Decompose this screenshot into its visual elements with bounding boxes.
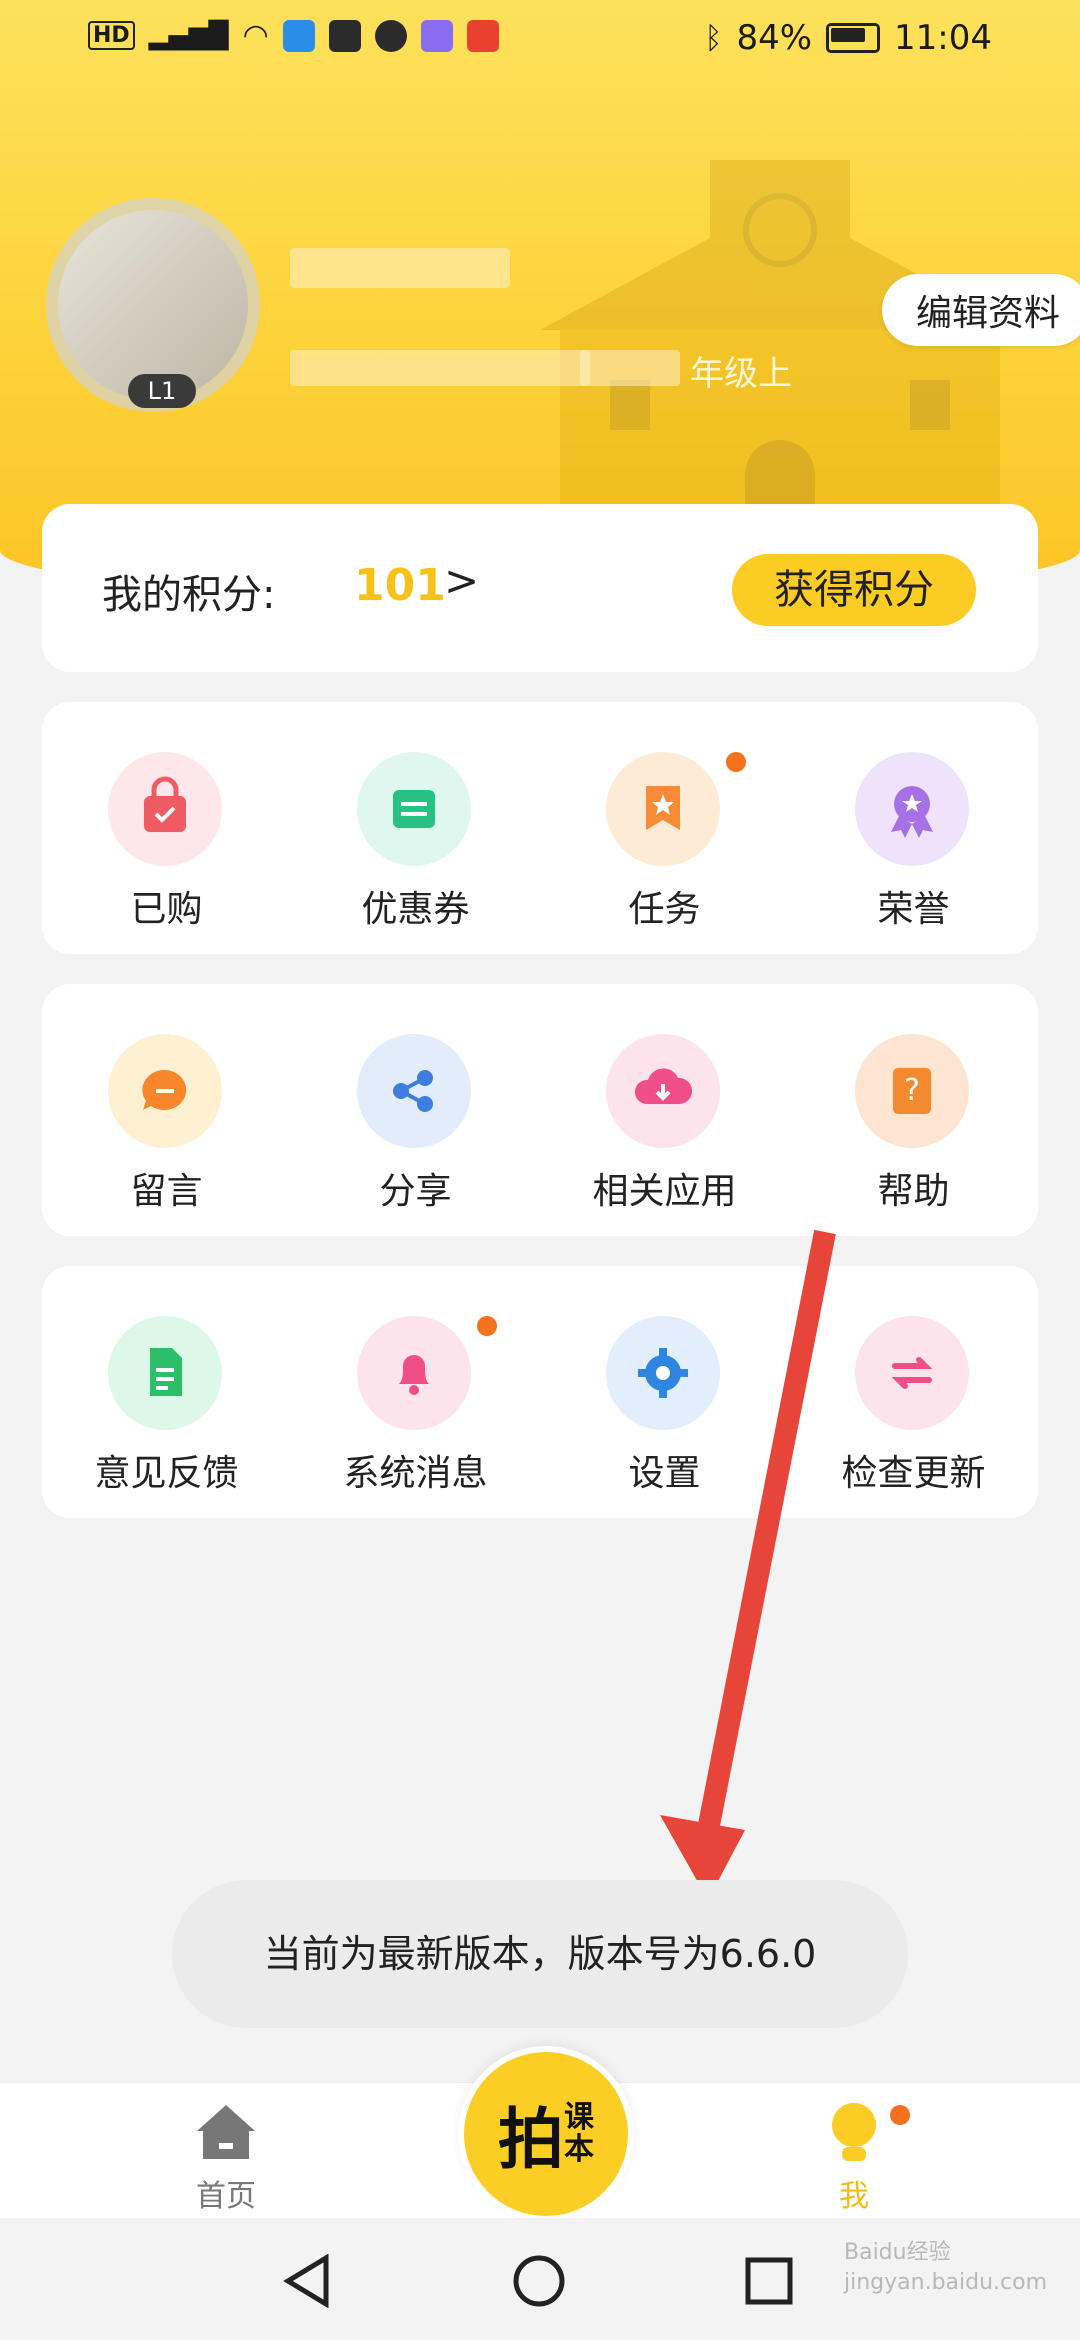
home-circle-icon[interactable]: [512, 2254, 566, 2308]
tab-home-label: 首页: [196, 2179, 256, 2214]
share-icon: [357, 1034, 471, 1148]
wifi-icon: ◠: [242, 18, 269, 53]
refresh-arrows-icon: [855, 1316, 969, 1430]
user-icon: [832, 2103, 876, 2161]
menu-label: 任务: [628, 889, 701, 930]
battery-icon: [826, 23, 881, 53]
menu-item-check-update[interactable]: 检查更新: [789, 1266, 1038, 1518]
menu-item-coupon[interactable]: 优惠券: [291, 702, 540, 954]
edit-profile-button[interactable]: 编辑资料: [881, 274, 1080, 346]
center-logo-main: 拍: [498, 2100, 564, 2178]
system-nav-bar: Baidu经验 jingyan.baidu.com: [0, 2218, 1080, 2340]
menu-item-settings[interactable]: 设置: [540, 1266, 789, 1518]
menu-card-2: 留言 分享 相关应用 ? 帮助: [42, 984, 1038, 1236]
status-bar: HD ▂▄▆█ ◠ ᛒ 84% 11:04: [0, 0, 1080, 80]
menu-label: 分享: [379, 1171, 452, 1212]
paikeben-camera-button[interactable]: 拍 课 本: [458, 2046, 634, 2222]
home-icon: [197, 2105, 255, 2159]
menu-item-system-messages[interactable]: 系统消息: [291, 1266, 540, 1518]
coupon-icon: [357, 752, 471, 866]
school-redacted: [290, 350, 590, 386]
menu-label: 系统消息: [343, 1453, 488, 1494]
grade-label: 年级上: [690, 354, 792, 394]
app-icon: [466, 19, 499, 52]
help-book-icon: ?: [855, 1034, 969, 1148]
notification-dot: [477, 1316, 497, 1336]
cloud-download-icon: [606, 1034, 720, 1148]
menu-label: 设置: [628, 1453, 701, 1494]
menu-card-1: 已购 优惠券 任务 荣誉: [42, 702, 1038, 954]
points-value[interactable]: 101: [354, 560, 446, 611]
hand-icon: [374, 19, 407, 52]
svg-text:?: ?: [904, 1073, 920, 1108]
bluetooth-icon: ᛒ: [704, 20, 723, 56]
medal-icon: [855, 752, 969, 866]
recents-icon[interactable]: [744, 2256, 794, 2306]
earn-points-button[interactable]: 获得积分: [732, 554, 976, 626]
points-label: 我的积分:: [102, 572, 276, 618]
center-logo-sub: 课 本: [564, 2102, 594, 2166]
weather-icon: [282, 19, 315, 52]
gear-icon: [606, 1316, 720, 1430]
menu-label: 留言: [130, 1171, 203, 1212]
shopping-bag-icon: [108, 752, 222, 866]
points-card: 我的积分: 101 > 获得积分: [42, 504, 1038, 672]
menu-label: 优惠券: [361, 889, 470, 930]
huawei-icon: [328, 19, 361, 52]
notification-dot: [890, 2105, 910, 2125]
4g-signal-icon: ▂▄▆█: [148, 20, 229, 51]
center-logo-line3: 本: [564, 2132, 594, 2167]
back-icon[interactable]: [282, 2254, 332, 2308]
clock: 11:04: [894, 18, 992, 58]
menu-item-share[interactable]: 分享: [291, 984, 540, 1236]
watermark: Baidu经验 jingyan.baidu.com: [844, 2240, 1048, 2295]
version-toast: 当前为最新版本，版本号为6.6.0: [172, 1880, 908, 2028]
menu-item-related-apps[interactable]: 相关应用: [540, 984, 789, 1236]
menu-label: 相关应用: [592, 1171, 737, 1212]
menu-label: 荣誉: [877, 889, 950, 930]
menu-label: 意见反馈: [94, 1453, 239, 1494]
menu-item-feedback[interactable]: 意见反馈: [42, 1266, 291, 1518]
message-bubble-icon: [108, 1034, 222, 1148]
music-icon: [420, 19, 453, 52]
task-ribbon-icon: [606, 752, 720, 866]
avatar[interactable]: [58, 210, 248, 400]
tab-me[interactable]: 我: [774, 2101, 934, 2215]
menu-item-message[interactable]: 留言: [42, 984, 291, 1236]
menu-label: 检查更新: [841, 1453, 986, 1494]
tab-home[interactable]: 首页: [146, 2101, 306, 2215]
feedback-document-icon: [108, 1316, 222, 1430]
menu-label: 已购: [130, 889, 203, 930]
menu-card-3: 意见反馈 系统消息 设置 检查更新: [42, 1266, 1038, 1518]
hd-icon: HD: [88, 21, 135, 50]
menu-label: 帮助: [877, 1171, 950, 1212]
tab-me-label: 我: [839, 2179, 869, 2214]
menu-item-honor[interactable]: 荣誉: [789, 702, 1038, 954]
bell-icon: [357, 1316, 471, 1430]
battery-percent: 84%: [736, 18, 813, 58]
chevron-right-icon[interactable]: >: [444, 556, 479, 605]
center-logo-line2: 课: [564, 2100, 594, 2135]
level-badge: L1: [128, 374, 196, 408]
grade-redacted: [580, 350, 680, 386]
username-redacted: [290, 248, 510, 288]
menu-item-task[interactable]: 任务: [540, 702, 789, 954]
menu-item-help[interactable]: ? 帮助: [789, 984, 1038, 1236]
notification-dot: [726, 752, 746, 772]
menu-item-purchased[interactable]: 已购: [42, 702, 291, 954]
